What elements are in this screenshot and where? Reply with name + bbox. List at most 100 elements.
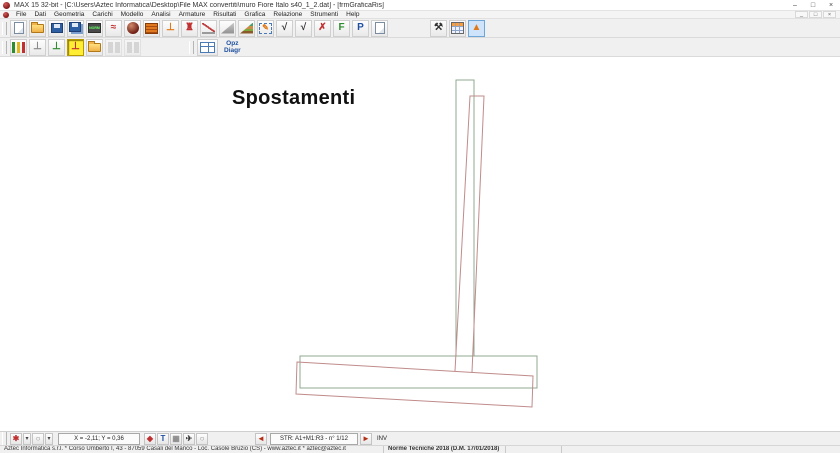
report-page-icon (375, 22, 385, 34)
opz-diagr-button[interactable]: Opz Diagr (224, 40, 241, 54)
project-tool-button[interactable]: P (352, 20, 369, 37)
results-table-button[interactable] (449, 20, 466, 37)
save-file-button[interactable] (48, 20, 65, 37)
status-filler (562, 446, 840, 453)
close-button[interactable]: × (822, 0, 840, 11)
pick-hammer-icon: ⚒ (434, 23, 443, 33)
snap-options-icon: ○ (36, 435, 41, 443)
minimize-button[interactable]: – (786, 0, 804, 11)
norms-info: Norme Tecniche 2018 (D.M. 17/01/2018) (384, 446, 506, 453)
normative-button[interactable]: NORM (86, 20, 103, 37)
flame-chart-icon: ▲ (472, 23, 482, 33)
letter-f-icon: F (338, 23, 344, 33)
wall-3d-view-button[interactable] (86, 39, 103, 56)
menu-geometria[interactable]: Geometria (50, 11, 88, 19)
menu-modello[interactable]: Modello (117, 11, 148, 19)
excavation-button[interactable]: ⚒ (430, 20, 447, 37)
new-file-icon (14, 22, 24, 34)
results-grid-icon (451, 22, 464, 34)
analysis-check-2-button[interactable]: √ (295, 20, 312, 37)
snap-options-dropdown[interactable]: ▾ (45, 433, 53, 445)
mdi-restore-button[interactable]: □ (809, 11, 822, 18)
zoom-tool-button[interactable]: ○ (196, 433, 208, 445)
opz-diagr-label-line1: Opz (224, 40, 241, 47)
seismic-params-button[interactable]: ≈ (105, 20, 122, 37)
status-toolbar: ✱ ▾ ○ ▾ X = -2,11; Y = 0,36 ◆ T ▦ ✈ ○ ◄ … (0, 431, 840, 445)
menu-file[interactable]: File (12, 11, 30, 19)
wall-displacement-diagram-button[interactable]: ⊥ (67, 39, 84, 56)
toolbar-grip[interactable] (189, 41, 194, 54)
save-icon (51, 23, 63, 33)
section-view-button[interactable] (124, 39, 141, 56)
mdi-close-button[interactable]: × (823, 11, 836, 18)
snap-options-button[interactable]: ○ (32, 433, 44, 445)
drawing-canvas[interactable]: Spostamenti (0, 57, 840, 431)
open-folder-icon (31, 24, 44, 33)
menu-analisi[interactable]: Analisi (147, 11, 174, 19)
pin-tool-button[interactable]: ✈ (183, 433, 195, 445)
wall-geometry-button[interactable]: ⊥ (162, 20, 179, 37)
grid-tool-icon: ▦ (172, 435, 180, 443)
wall-pressure-icon: ⊥ (52, 42, 61, 52)
slope-profile-button[interactable] (200, 20, 217, 37)
founding-tool-button[interactable]: F (333, 20, 350, 37)
foundation-piles-button[interactable]: ♜ (181, 20, 198, 37)
wall-pressure-diagram-button[interactable]: ⊥ (48, 39, 65, 56)
print-options-button[interactable]: ✱ (10, 433, 22, 445)
next-combination-button[interactable]: ► (360, 433, 372, 445)
flag-tool-icon: ◆ (147, 435, 153, 443)
new-file-button[interactable] (10, 20, 27, 37)
text-tool-icon: T (161, 435, 166, 443)
open-file-button[interactable] (29, 20, 46, 37)
toolbar-grip[interactable] (2, 432, 7, 445)
diagram-table-button[interactable] (197, 39, 218, 56)
toolbar-grip[interactable] (2, 41, 7, 54)
seismic-wave-icon: ≈ (111, 23, 117, 33)
toolbar-grip[interactable] (2, 22, 7, 35)
materials-button[interactable] (124, 20, 141, 37)
letter-p-icon: P (357, 23, 364, 33)
edit-profile-button[interactable]: ✎ (257, 20, 274, 37)
save-all-button[interactable] (67, 20, 84, 37)
wall-moment-diagram-button[interactable]: ⊥ (29, 39, 46, 56)
armature-view-button[interactable] (105, 39, 122, 56)
results-view-toolbar: ⊥ ⊥ ⊥ Opz Diagr (0, 38, 840, 57)
opz-diagr-label-line2: Diagr (224, 47, 241, 54)
menu-grafica[interactable]: Grafica (240, 11, 269, 19)
wall-data-button[interactable] (143, 20, 160, 37)
menu-strumenti[interactable]: Strumenti (306, 11, 342, 19)
menu-help[interactable]: Help (342, 11, 363, 19)
grid-tool-button[interactable]: ▦ (170, 433, 182, 445)
menu-risultati[interactable]: Risultati (209, 11, 240, 19)
mdi-minimize-button[interactable]: _ (795, 11, 808, 18)
normative-icon: NORM (88, 23, 101, 33)
menu-armature[interactable]: Armature (175, 11, 210, 19)
main-toolbar: NORM ≈ ⊥ ♜ ✎ √ √ ✗ F P ⚒ ▲ (0, 19, 840, 38)
check-sqrt-icon: √ (282, 23, 288, 33)
restore-button[interactable]: □ (804, 0, 822, 11)
pressure-diagram-button[interactable] (10, 39, 27, 56)
print-options-dropdown[interactable]: ▾ (23, 433, 31, 445)
terrain-wedge-button[interactable] (219, 20, 236, 37)
stratigraphy-button[interactable] (238, 20, 255, 37)
analysis-failed-button[interactable]: ✗ (314, 20, 331, 37)
materials-sphere-icon (127, 22, 139, 34)
combination-readout: STR: A1+M1:R3 - n° 1/12 (270, 433, 358, 445)
menu-relazione[interactable]: Relazione (269, 11, 306, 19)
app-window: MAX 15 32-bit - [C:\Users\Aztec Informat… (0, 0, 840, 453)
brick-wall-icon (145, 23, 158, 34)
prev-combination-button[interactable]: ◄ (255, 433, 267, 445)
results-graphics-button[interactable]: ▲ (468, 20, 485, 37)
red-cross-icon: ✗ (318, 23, 326, 33)
text-tool-button[interactable]: T (157, 433, 169, 445)
window-controls: – □ × (786, 0, 840, 11)
mdi-child-icon (3, 12, 9, 18)
colored-bars-icon (12, 42, 25, 53)
sections-icon (127, 42, 139, 53)
analysis-check-1-button[interactable]: √ (276, 20, 293, 37)
report-button[interactable] (371, 20, 388, 37)
menu-carichi[interactable]: Carichi (88, 11, 116, 19)
flag-tool-button[interactable]: ◆ (144, 433, 156, 445)
inv-label: INV (377, 436, 387, 442)
menu-dati[interactable]: Dati (30, 11, 50, 19)
